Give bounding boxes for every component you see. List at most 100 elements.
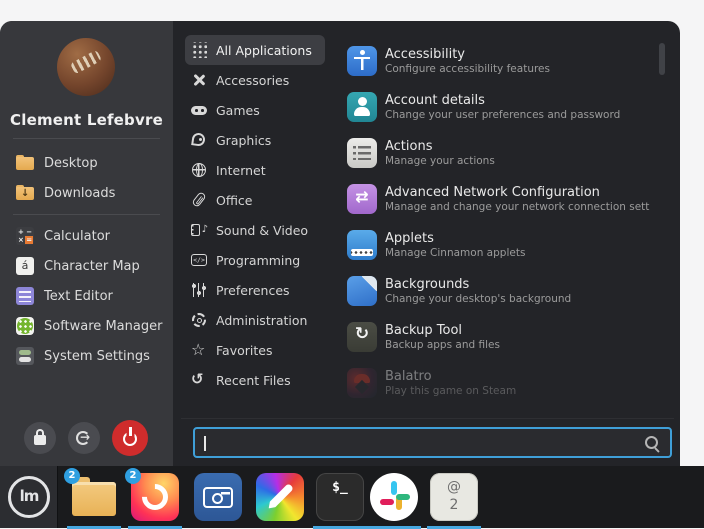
- category-item[interactable]: Internet: [185, 155, 325, 185]
- sidebar-app-item[interactable]: Software Manager: [0, 311, 173, 341]
- start-menu-popup: Clement Lefebvre Desktop ↓ Downloads Cal…: [0, 21, 680, 466]
- place-label: Downloads: [44, 186, 115, 201]
- sidebar-divider: [13, 138, 160, 139]
- category-label: Administration: [216, 313, 307, 328]
- application-item[interactable]: Backgrounds Change your desktop's backgr…: [330, 268, 650, 314]
- user-avatar[interactable]: [57, 38, 115, 96]
- application-icon: [347, 322, 377, 352]
- category-item[interactable]: Games: [185, 95, 325, 125]
- taskbar-app-button[interactable]: [370, 473, 418, 521]
- taskbar-icon-glyph: [256, 473, 304, 521]
- application-icon: [347, 230, 377, 260]
- application-list: Accessibility Configure accessibility fe…: [330, 21, 650, 406]
- category-icon: [191, 132, 207, 148]
- application-item[interactable]: Account details Change your user prefere…: [330, 84, 650, 130]
- application-item[interactable]: Applets Manage Cinnamon applets: [330, 222, 650, 268]
- category-item[interactable]: Recent Files: [185, 365, 325, 395]
- taskbar-panel: lm 2 2 $_: [0, 466, 704, 528]
- category-label: Accessories: [216, 73, 289, 88]
- application-icon: [347, 138, 377, 168]
- notification-badge: 2: [64, 468, 80, 484]
- taskbar-app-button[interactable]: $_: [316, 473, 364, 521]
- search-input[interactable]: [193, 427, 672, 458]
- application-item[interactable]: Backup Tool Backup apps and files: [330, 314, 650, 360]
- taskbar-app-button[interactable]: 2: [131, 473, 179, 521]
- application-icon: [347, 46, 377, 76]
- category-label: Preferences: [216, 283, 290, 298]
- application-description: Change your desktop's background: [385, 293, 571, 306]
- category-icon: [191, 252, 207, 268]
- application-item[interactable]: Actions Manage your actions: [330, 130, 650, 176]
- category-item[interactable]: Graphics: [185, 125, 325, 155]
- application-item[interactable]: Accessibility Configure accessibility fe…: [330, 38, 650, 84]
- application-title: Advanced Network Configuration: [385, 185, 650, 201]
- category-item[interactable]: Office: [185, 185, 325, 215]
- notification-badge: 2: [125, 468, 141, 484]
- app-icon: [16, 287, 34, 305]
- category-item[interactable]: Sound & Video: [185, 215, 325, 245]
- category-icon: [191, 42, 207, 58]
- category-icon: [191, 102, 207, 118]
- taskbar-app-button[interactable]: 2: [70, 473, 118, 521]
- category-label: Games: [216, 103, 260, 118]
- sidebar-app-item[interactable]: Calculator: [0, 221, 173, 251]
- sidebar-app-label: Character Map: [44, 259, 140, 274]
- category-item[interactable]: Favorites: [185, 335, 325, 365]
- category-item[interactable]: Administration: [185, 305, 325, 335]
- place-item[interactable]: Desktop: [0, 148, 173, 178]
- application-description: Manage your actions: [385, 155, 495, 168]
- category-label: Internet: [216, 163, 266, 178]
- category-item[interactable]: Programming: [185, 245, 325, 275]
- search-icon: [645, 436, 658, 449]
- application-description: Backup apps and files: [385, 339, 500, 352]
- session-button[interactable]: [24, 422, 56, 454]
- folder-icon: ↓: [16, 184, 34, 202]
- sidebar-app-item[interactable]: Text Editor: [0, 281, 173, 311]
- application-title: Accessibility: [385, 47, 550, 63]
- category-item[interactable]: All Applications: [185, 35, 325, 65]
- application-description: Manage and change your network connectio…: [385, 201, 650, 214]
- application-item[interactable]: Advanced Network Configuration Manage an…: [330, 176, 650, 222]
- place-label: Desktop: [44, 156, 98, 171]
- category-icon: [191, 282, 207, 298]
- menu-button[interactable]: lm: [0, 466, 58, 528]
- app-icon: [16, 257, 34, 275]
- category-label: Programming: [216, 253, 300, 268]
- user-name: Clement Lefebvre: [0, 111, 173, 129]
- places-list: Desktop ↓ Downloads: [0, 148, 173, 208]
- category-label: Sound & Video: [216, 223, 308, 238]
- app-icon: [16, 227, 34, 245]
- sidebar-app-label: Calculator: [44, 229, 110, 244]
- session-button[interactable]: [112, 420, 148, 456]
- application-description: Manage Cinnamon applets: [385, 247, 525, 260]
- taskbar-app-button[interactable]: [256, 473, 304, 521]
- applist-scrollbar-thumb[interactable]: [659, 43, 665, 75]
- taskbar-icon-glyph: [370, 473, 418, 521]
- application-item[interactable]: Balatro Play this game on Steam: [330, 360, 650, 406]
- application-title: Actions: [385, 139, 495, 155]
- application-title: Backup Tool: [385, 323, 500, 339]
- text-caret: [204, 436, 206, 451]
- mint-logo-icon: lm: [8, 476, 50, 518]
- category-icon: [191, 372, 207, 388]
- sidebar-app-item[interactable]: Character Map: [0, 251, 173, 281]
- taskbar-app-button[interactable]: @ 2: [430, 473, 478, 521]
- session-buttons: [24, 420, 154, 456]
- category-item[interactable]: Accessories: [185, 65, 325, 95]
- taskbar-app-button[interactable]: [194, 473, 242, 521]
- category-icon: [191, 72, 207, 88]
- application-description: Change your user preferences and passwor…: [385, 109, 620, 122]
- category-item[interactable]: Preferences: [185, 275, 325, 305]
- place-item[interactable]: ↓ Downloads: [0, 178, 173, 208]
- taskbar-icon-glyph: $_: [316, 473, 364, 521]
- category-label: Favorites: [216, 343, 272, 358]
- sidebar-app-label: System Settings: [44, 349, 150, 364]
- category-icon: [191, 342, 207, 358]
- sidebar-divider: [13, 214, 160, 215]
- session-button[interactable]: [68, 422, 100, 454]
- application-title: Balatro: [385, 369, 516, 385]
- category-icon: [191, 222, 207, 238]
- category-icon: [191, 312, 207, 328]
- sidebar-app-item[interactable]: System Settings: [0, 341, 173, 371]
- category-icon: [191, 192, 207, 208]
